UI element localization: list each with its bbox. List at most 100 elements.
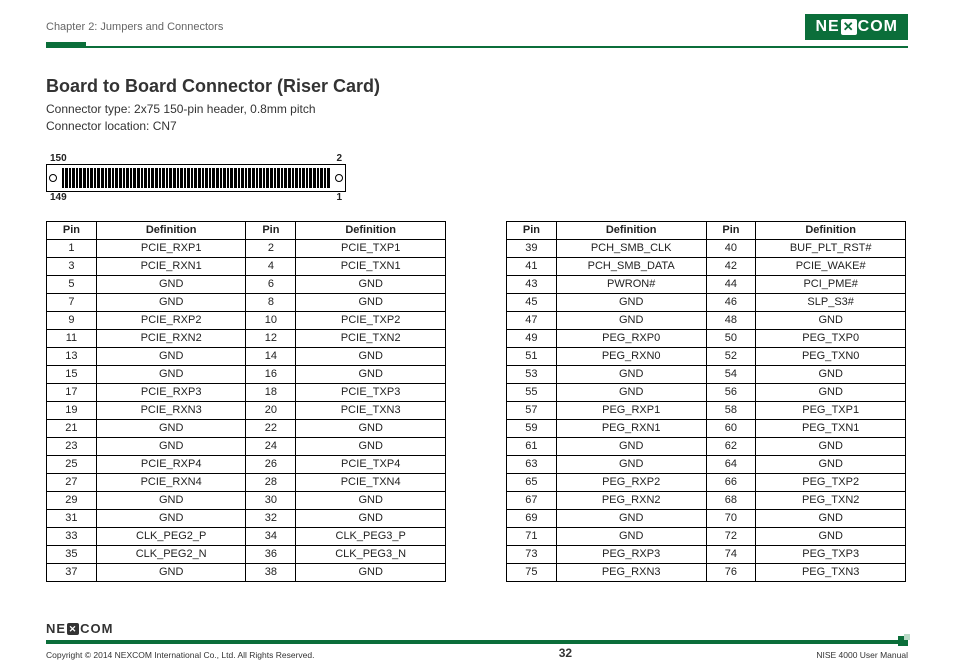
definition-cell: PEG_TXP2	[756, 473, 906, 491]
pin-cell: 34	[246, 527, 296, 545]
definition-cell: PEG_RXN3	[556, 563, 706, 581]
definition-cell: PEG_RXN2	[556, 491, 706, 509]
pin-cell: 55	[507, 383, 557, 401]
connector-diagram: 150 2 149 1	[46, 153, 346, 203]
definition-cell: GND	[556, 293, 706, 311]
definition-cell: PEG_TXN1	[756, 419, 906, 437]
definition-cell: PCIE_RXP2	[96, 311, 246, 329]
definition-cell: GND	[296, 275, 446, 293]
pin-cell: 42	[706, 257, 756, 275]
definition-cell: GND	[96, 563, 246, 581]
pin-cell: 4	[246, 257, 296, 275]
pin-cell: 24	[246, 437, 296, 455]
th-pin: Pin	[47, 221, 97, 239]
definition-cell: PCIE_TXP3	[296, 383, 446, 401]
definition-cell: GND	[756, 383, 906, 401]
definition-cell: PCIE_TXP4	[296, 455, 446, 473]
definition-cell: PCIE_RXP3	[96, 383, 246, 401]
pin-cell: 40	[706, 239, 756, 257]
definition-cell: GND	[296, 347, 446, 365]
pin-cell: 59	[507, 419, 557, 437]
definition-cell: GND	[556, 311, 706, 329]
pin-label-150: 150	[50, 153, 67, 164]
pin-cell: 75	[507, 563, 557, 581]
definition-cell: PEG_TXN0	[756, 347, 906, 365]
pin-cell: 36	[246, 545, 296, 563]
header-rule	[46, 46, 908, 48]
table-row: 23GND24GND	[47, 437, 446, 455]
pin-cell: 61	[507, 437, 557, 455]
definition-cell: PCIE_WAKE#	[756, 257, 906, 275]
definition-cell: GND	[96, 419, 246, 437]
table-row: 55GND56GND	[507, 383, 906, 401]
table-row: 11PCIE_RXN212PCIE_TXN2	[47, 329, 446, 347]
pin-cell: 64	[706, 455, 756, 473]
definition-cell: PCIE_TXN1	[296, 257, 446, 275]
pin-cell: 35	[47, 545, 97, 563]
pin-cell: 63	[507, 455, 557, 473]
definition-cell: GND	[556, 383, 706, 401]
table-row: 43PWRON#44PCI_PME#	[507, 275, 906, 293]
definition-cell: GND	[556, 527, 706, 545]
table-row: 53GND54GND	[507, 365, 906, 383]
pin-cell: 50	[706, 329, 756, 347]
definition-cell: GND	[96, 491, 246, 509]
pin-cell: 21	[47, 419, 97, 437]
pin-cell: 41	[507, 257, 557, 275]
pin-cell: 25	[47, 455, 97, 473]
table-row: 35CLK_PEG2_N36CLK_PEG3_N	[47, 545, 446, 563]
table-row: 21GND22GND	[47, 419, 446, 437]
definition-cell: PEG_TXP0	[756, 329, 906, 347]
definition-cell: PCIE_TXN4	[296, 473, 446, 491]
pin-cell: 22	[246, 419, 296, 437]
pin-table-right: Pin Definition Pin Definition 39PCH_SMB_…	[506, 221, 906, 582]
table-row: 57PEG_RXP158PEG_TXP1	[507, 401, 906, 419]
th-definition: Definition	[756, 221, 906, 239]
pin-cell: 26	[246, 455, 296, 473]
pin-cell: 69	[507, 509, 557, 527]
connector-type: Connector type: 2x75 150-pin header, 0.8…	[46, 101, 908, 118]
table-row: 17PCIE_RXP318PCIE_TXP3	[47, 383, 446, 401]
pin-cell: 32	[246, 509, 296, 527]
definition-cell: PWRON#	[556, 275, 706, 293]
table-row: 51PEG_RXN052PEG_TXN0	[507, 347, 906, 365]
pin-cell: 45	[507, 293, 557, 311]
pin-cell: 68	[706, 491, 756, 509]
table-row: 9PCIE_RXP210PCIE_TXP2	[47, 311, 446, 329]
pin-cell: 6	[246, 275, 296, 293]
th-definition: Definition	[556, 221, 706, 239]
pin-cell: 62	[706, 437, 756, 455]
pin-cell: 9	[47, 311, 97, 329]
definition-cell: GND	[556, 509, 706, 527]
pin-cell: 14	[246, 347, 296, 365]
definition-cell: PCIE_TXN3	[296, 401, 446, 419]
pin-label-2: 2	[336, 153, 342, 164]
pin-cell: 5	[47, 275, 97, 293]
th-definition: Definition	[96, 221, 246, 239]
table-row: 37GND38GND	[47, 563, 446, 581]
copyright-text: Copyright © 2014 NEXCOM International Co…	[46, 650, 314, 660]
manual-name: NISE 4000 User Manual	[816, 650, 908, 660]
pin-cell: 49	[507, 329, 557, 347]
pin-cell: 66	[706, 473, 756, 491]
table-row: 71GND72GND	[507, 527, 906, 545]
pin-cell: 13	[47, 347, 97, 365]
definition-cell: PCIE_TXP1	[296, 239, 446, 257]
table-row: 5GND6GND	[47, 275, 446, 293]
definition-cell: PCIE_RXP1	[96, 239, 246, 257]
footer-rule	[46, 640, 908, 644]
definition-cell: PCIE_TXN2	[296, 329, 446, 347]
table-row: 67PEG_RXN268PEG_TXN2	[507, 491, 906, 509]
pin-cell: 28	[246, 473, 296, 491]
pin-cell: 52	[706, 347, 756, 365]
pin-cell: 54	[706, 365, 756, 383]
pin-cell: 65	[507, 473, 557, 491]
table-row: 13GND14GND	[47, 347, 446, 365]
definition-cell: GND	[756, 455, 906, 473]
table-row: 41PCH_SMB_DATA42PCIE_WAKE#	[507, 257, 906, 275]
definition-cell: BUF_PLT_RST#	[756, 239, 906, 257]
table-row: 19PCIE_RXN320PCIE_TXN3	[47, 401, 446, 419]
pin-cell: 76	[706, 563, 756, 581]
pin-cell: 74	[706, 545, 756, 563]
definition-cell: PEG_TXP3	[756, 545, 906, 563]
